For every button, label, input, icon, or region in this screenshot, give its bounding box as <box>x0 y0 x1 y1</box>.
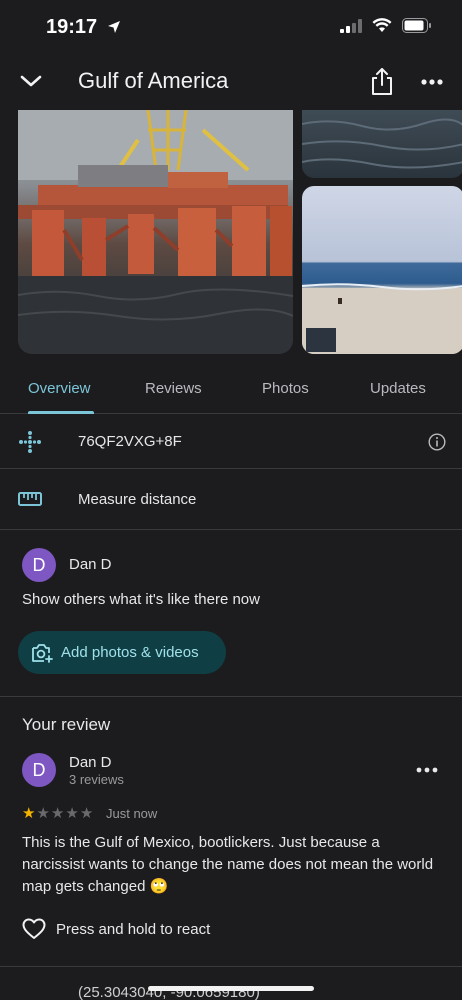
status-time: 19:17 <box>46 16 121 39</box>
place-header: Gulf of America <box>0 56 462 108</box>
review-text: This is the Gulf of Mexico, bootlickers.… <box>22 834 434 895</box>
star-filled-icon: ★ <box>22 805 36 822</box>
user-avatar[interactable]: D <box>22 548 56 582</box>
plus-code-icon <box>19 431 41 453</box>
your-review-heading: Your review <box>22 715 111 734</box>
star-empty-icon: ★ <box>36 805 50 822</box>
star-empty-icon: ★ <box>50 805 65 822</box>
plus-code-row[interactable]: 76QF2VXG+8F <box>0 414 462 469</box>
status-bar: 19:17 <box>0 0 462 56</box>
add-photo-camera-icon <box>32 643 53 663</box>
water-illustration <box>302 118 462 169</box>
tab-reviews[interactable]: Reviews <box>145 380 202 397</box>
react-label: Press and hold to react <box>56 920 211 938</box>
heart-icon <box>22 918 46 939</box>
reviewer-avatar[interactable]: D <box>22 753 56 787</box>
measure-distance-label: Measure distance <box>78 491 197 508</box>
beach-illustration <box>302 283 462 354</box>
photo-oil-rig[interactable] <box>18 110 293 354</box>
more-options-button[interactable] <box>418 70 446 94</box>
bottom-divider <box>0 966 462 967</box>
add-photos-button[interactable]: Add photos & videos <box>18 631 226 674</box>
photo-water[interactable] <box>302 110 462 178</box>
ruler-icon <box>18 492 42 506</box>
share-icon <box>372 68 392 95</box>
oil-rig-illustration <box>18 110 293 354</box>
location-arrow-icon <box>107 21 120 33</box>
tab-overview[interactable]: Overview <box>28 380 91 397</box>
battery-icon <box>402 18 431 33</box>
photo-gallery <box>0 110 462 356</box>
info-icon[interactable] <box>428 433 446 451</box>
share-button[interactable] <box>368 66 396 98</box>
tab-bar: Overview Reviews Photos Updates <box>0 372 462 414</box>
time-text: 19:17 <box>46 16 98 38</box>
star-rating: ★ ★ ★ ★ ★ <box>22 806 93 821</box>
review-time: Just now <box>106 806 158 821</box>
reviewer-review-count: 3 reviews <box>69 772 124 787</box>
react-button[interactable]: Press and hold to react <box>22 918 210 940</box>
chevron-down-icon <box>20 75 42 87</box>
photo-beach[interactable] <box>302 186 462 354</box>
star-empty-icon: ★ <box>79 805 94 822</box>
tab-updates[interactable]: Updates <box>370 380 426 397</box>
contribute-prompt: Show others what it's like there now <box>22 591 260 608</box>
measure-distance-row[interactable]: Measure distance <box>0 469 462 530</box>
add-photos-label: Add photos & videos <box>61 644 199 661</box>
wifi-icon <box>372 18 392 32</box>
review-more-icon[interactable] <box>416 764 438 776</box>
tab-photos[interactable]: Photos <box>262 380 309 397</box>
collapse-button[interactable] <box>16 66 46 96</box>
home-indicator <box>148 986 314 991</box>
plus-code-text: 76QF2VXG+8F <box>78 433 182 450</box>
section-divider <box>0 696 462 697</box>
reviewer-name: Dan D <box>69 754 112 771</box>
user-name: Dan D <box>69 556 112 573</box>
status-indicators <box>340 18 432 33</box>
star-empty-icon: ★ <box>65 805 79 822</box>
place-title: Gulf of America <box>78 68 229 93</box>
more-horizontal-icon <box>421 79 443 85</box>
cellular-signal-icon <box>340 18 362 33</box>
